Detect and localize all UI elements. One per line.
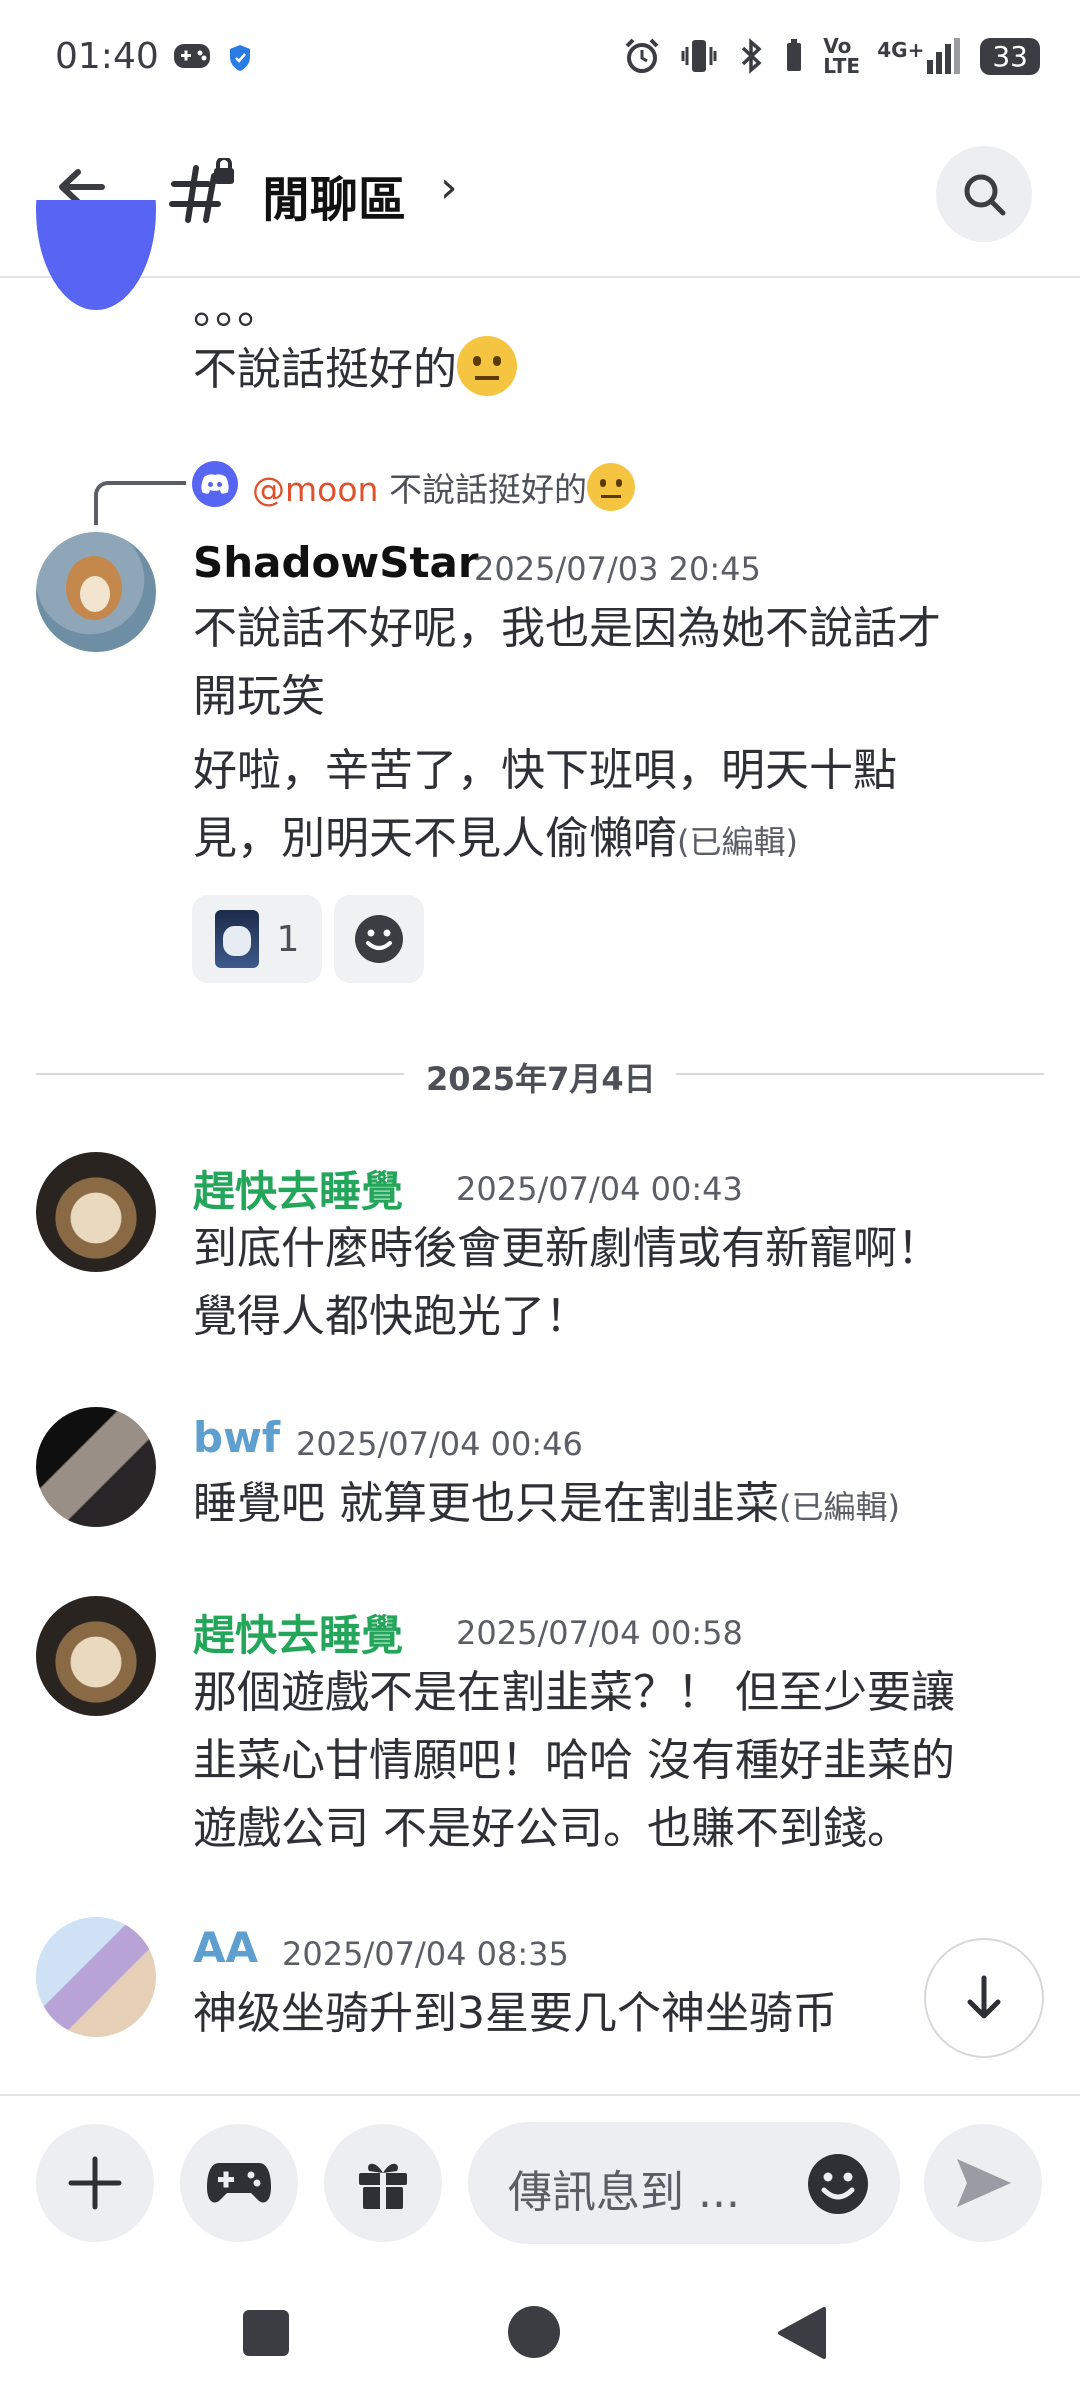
message-text: 見，別明天不見人偷懶唷(已編輯) (193, 813, 798, 864)
author-name[interactable]: 趕快去睡覺 (193, 1602, 403, 1663)
emoji-picker-button[interactable] (806, 2152, 870, 2220)
gift-button[interactable] (324, 2124, 442, 2242)
bluetooth-icon (742, 38, 762, 74)
author-name[interactable]: bwf (193, 1413, 280, 1462)
message-text: 不說話挺好的 (193, 336, 517, 404)
edited-tag: (已編輯) (779, 1488, 900, 1526)
date-divider-line (36, 1073, 404, 1075)
home-button[interactable] (508, 2306, 560, 2358)
date-divider-label: 2025年7月4日 (426, 1060, 656, 1098)
timestamp: 2025/07/04 00:46 (296, 1425, 583, 1463)
channel-name[interactable]: 閒聊區 (262, 160, 406, 230)
timestamp: 2025/07/04 08:35 (282, 1935, 569, 1973)
reaction-button[interactable]: 1 (192, 895, 322, 983)
timestamp: 2025/07/04 00:43 (456, 1170, 743, 1208)
signal-4g-icon: 4G+ (877, 38, 961, 74)
arrow-down-icon (967, 1975, 1001, 2019)
smiley-icon (355, 915, 403, 963)
status-time: 01:40 (55, 36, 159, 77)
avatar-partial[interactable] (36, 200, 156, 316)
add-reaction-button[interactable] (334, 895, 424, 983)
vibrate-icon (681, 40, 717, 72)
edited-tag: (已編輯) (677, 823, 798, 861)
message-text: 到底什麼時後會更新劇情或有新寵啊！ (193, 1223, 941, 1274)
gamepad-icon (172, 40, 212, 76)
triangle-back-icon (778, 2307, 826, 2359)
neutral-face-emoji-icon (586, 463, 635, 511)
avatar-cat-cup[interactable] (36, 1152, 156, 1272)
send-button[interactable] (924, 2124, 1042, 2242)
jump-to-bottom-button[interactable] (924, 1938, 1044, 2058)
smiley-icon (808, 2154, 868, 2214)
message-text: 覺得人都快跑光了！ (193, 1291, 589, 1342)
cat-sticker-icon (214, 910, 259, 968)
plus-icon (68, 2156, 122, 2210)
author-name[interactable]: AA (193, 1923, 258, 1972)
gift-icon (359, 2163, 407, 2209)
message-text: 韭菜心甘情願吧！哈哈 沒有種好韭菜的 (193, 1735, 955, 1786)
timestamp: 2025/07/04 00:58 (456, 1614, 743, 1652)
header-divider (0, 276, 1080, 278)
composer-divider (0, 2094, 1080, 2096)
status-icons: Vo LTE 4G+ 33 (623, 36, 1040, 76)
message-text: 神级坐骑升到3星要几个神坐骑币 (193, 1988, 837, 2039)
avatar-shadowstar[interactable] (36, 532, 156, 652)
search-icon (964, 174, 1006, 216)
avatar-cat-cup[interactable] (36, 1596, 156, 1716)
reply-connector (94, 481, 186, 525)
timestamp: 2025/07/03 20:45 (474, 550, 761, 588)
mention: @moon (252, 470, 379, 509)
shield-icon (228, 44, 252, 76)
battery-icon: 33 (980, 37, 1040, 75)
nav-back-button[interactable] (776, 2306, 828, 2364)
reply-preview[interactable]: @moon 不說話挺好的 (252, 463, 635, 511)
message-text: 開玩笑 (193, 671, 325, 722)
avatar-bwf[interactable] (36, 1407, 156, 1527)
message-input[interactable]: 傳訊息到 ... (468, 2122, 900, 2244)
message-text: 。。。 (193, 283, 281, 334)
message-text: 那個遊戲不是在割韭菜？！ 但至少要讓 (193, 1667, 955, 1718)
discord-icon (192, 461, 238, 507)
send-icon (957, 2159, 1011, 2207)
message-text: 睡覺吧 就算更也只是在割韭菜(已編輯) (193, 1478, 900, 1529)
message-text: 好啦，辛苦了，快下班唄，明天十點 (193, 745, 897, 796)
gamepad-icon (207, 2163, 271, 2203)
volte-icon: Vo LTE (823, 34, 861, 78)
date-divider-line (676, 1073, 1044, 1075)
message-text: 不說話不好呢，我也是因為她不說話才 (193, 603, 941, 654)
alarm-icon (625, 38, 659, 73)
attach-button[interactable] (36, 2124, 154, 2242)
avatar-aa[interactable] (36, 1917, 156, 2037)
battery-small-icon (787, 39, 802, 71)
message-input-placeholder: 傳訊息到 ... (508, 2167, 740, 2218)
activities-button[interactable] (180, 2124, 298, 2242)
message-text: 遊戲公司 不是好公司。也賺不到錢。 (193, 1803, 911, 1854)
author-name[interactable]: 趕快去睡覺 (193, 1158, 403, 1219)
locked-channel-icon (168, 156, 238, 228)
neutral-face-emoji-icon (457, 336, 517, 396)
recent-apps-button[interactable] (243, 2310, 289, 2356)
search-button[interactable] (936, 146, 1032, 242)
chevron-right-icon[interactable]: › (440, 162, 458, 213)
author-name[interactable]: ShadowStar (193, 538, 479, 587)
